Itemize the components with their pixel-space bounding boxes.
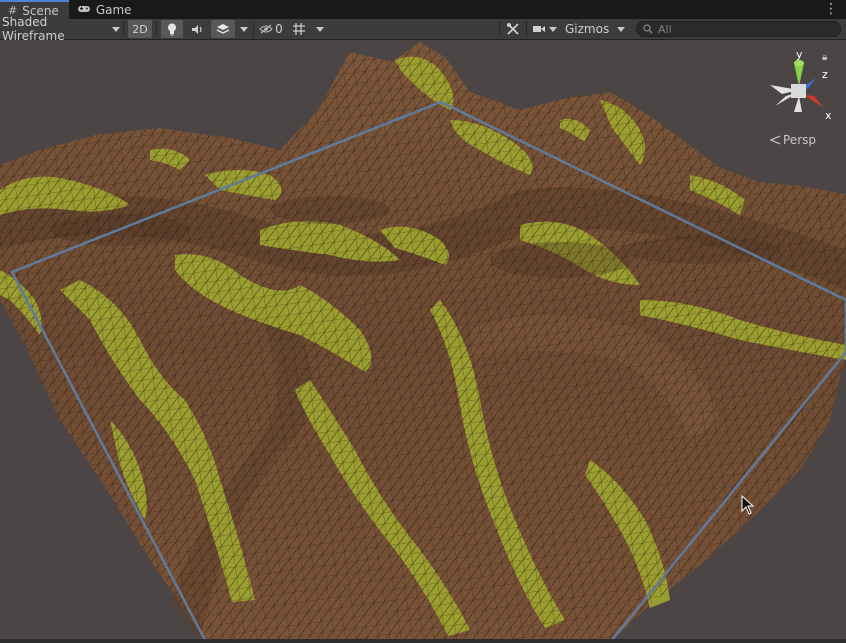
terrain-mesh: [0, 42, 846, 641]
axis-label-y: y: [796, 48, 803, 61]
layers-effects-icon: [216, 24, 230, 34]
axis-label-z: z: [822, 68, 828, 81]
chevron-down-icon: [316, 26, 324, 32]
mouse-cursor-icon: [741, 495, 755, 515]
lighting-toggle-button[interactable]: [161, 20, 183, 38]
search-input[interactable]: [658, 22, 828, 36]
toolbar-divider: [499, 21, 500, 37]
eye-slash-icon: [259, 24, 273, 34]
grid-dropdown-button[interactable]: [313, 19, 327, 39]
toolbar-divider: [526, 21, 527, 37]
kebab-menu-icon[interactable]: ⋮: [824, 1, 838, 17]
chevron-down-icon: [617, 26, 626, 32]
lock-icon[interactable]: 🔒︎: [822, 52, 827, 63]
tools-button[interactable]: [502, 19, 524, 39]
scene-toolbar: Shaded Wireframe 2D 0 Gizmos All: [0, 15, 846, 43]
effects-toggle-button[interactable]: [211, 20, 235, 38]
projection-toggle[interactable]: Persp: [770, 133, 816, 147]
scene-viewport[interactable]: y z x 🔒︎ Persp: [0, 40, 846, 643]
grid-toggle-button[interactable]: [289, 19, 309, 39]
effects-dropdown-button[interactable]: [237, 19, 251, 39]
axis-gizmo-cones: [770, 60, 824, 112]
axis-label-x: x: [825, 109, 832, 122]
lightbulb-icon: [168, 23, 176, 35]
perspective-icon: [770, 135, 781, 145]
toolbar-divider: [253, 21, 254, 37]
hidden-objects-toggle[interactable]: 0: [256, 19, 286, 39]
speaker-icon: [191, 24, 202, 34]
toolbar-divider: [156, 21, 157, 37]
grid-icon: [293, 23, 305, 35]
chevron-down-icon: [112, 26, 120, 32]
chevron-down-icon: [548, 26, 557, 32]
gizmos-dropdown[interactable]: Gizmos: [562, 19, 630, 39]
hidden-count: 0: [275, 22, 283, 36]
camera-settings-button[interactable]: [529, 19, 559, 39]
search-field[interactable]: [636, 21, 841, 37]
toggle-2d-button[interactable]: 2D: [128, 20, 152, 38]
tab-bar: # Scene Game ⋮: [0, 0, 846, 19]
toggle-2d-label: 2D: [132, 22, 148, 36]
bottom-edge: [0, 639, 846, 643]
audio-toggle-button[interactable]: [186, 19, 208, 39]
search-icon: [643, 24, 653, 34]
chevron-down-icon: [240, 26, 248, 32]
draw-mode-dropdown[interactable]: Shaded Wireframe: [2, 15, 120, 43]
projection-label: Persp: [783, 133, 816, 147]
draw-mode-label: Shaded Wireframe: [2, 15, 65, 43]
camera-icon: [532, 26, 545, 32]
toolbar-divider: [123, 21, 124, 37]
gizmos-label: Gizmos: [565, 22, 610, 36]
wrench-screwdriver-icon: [507, 23, 519, 35]
